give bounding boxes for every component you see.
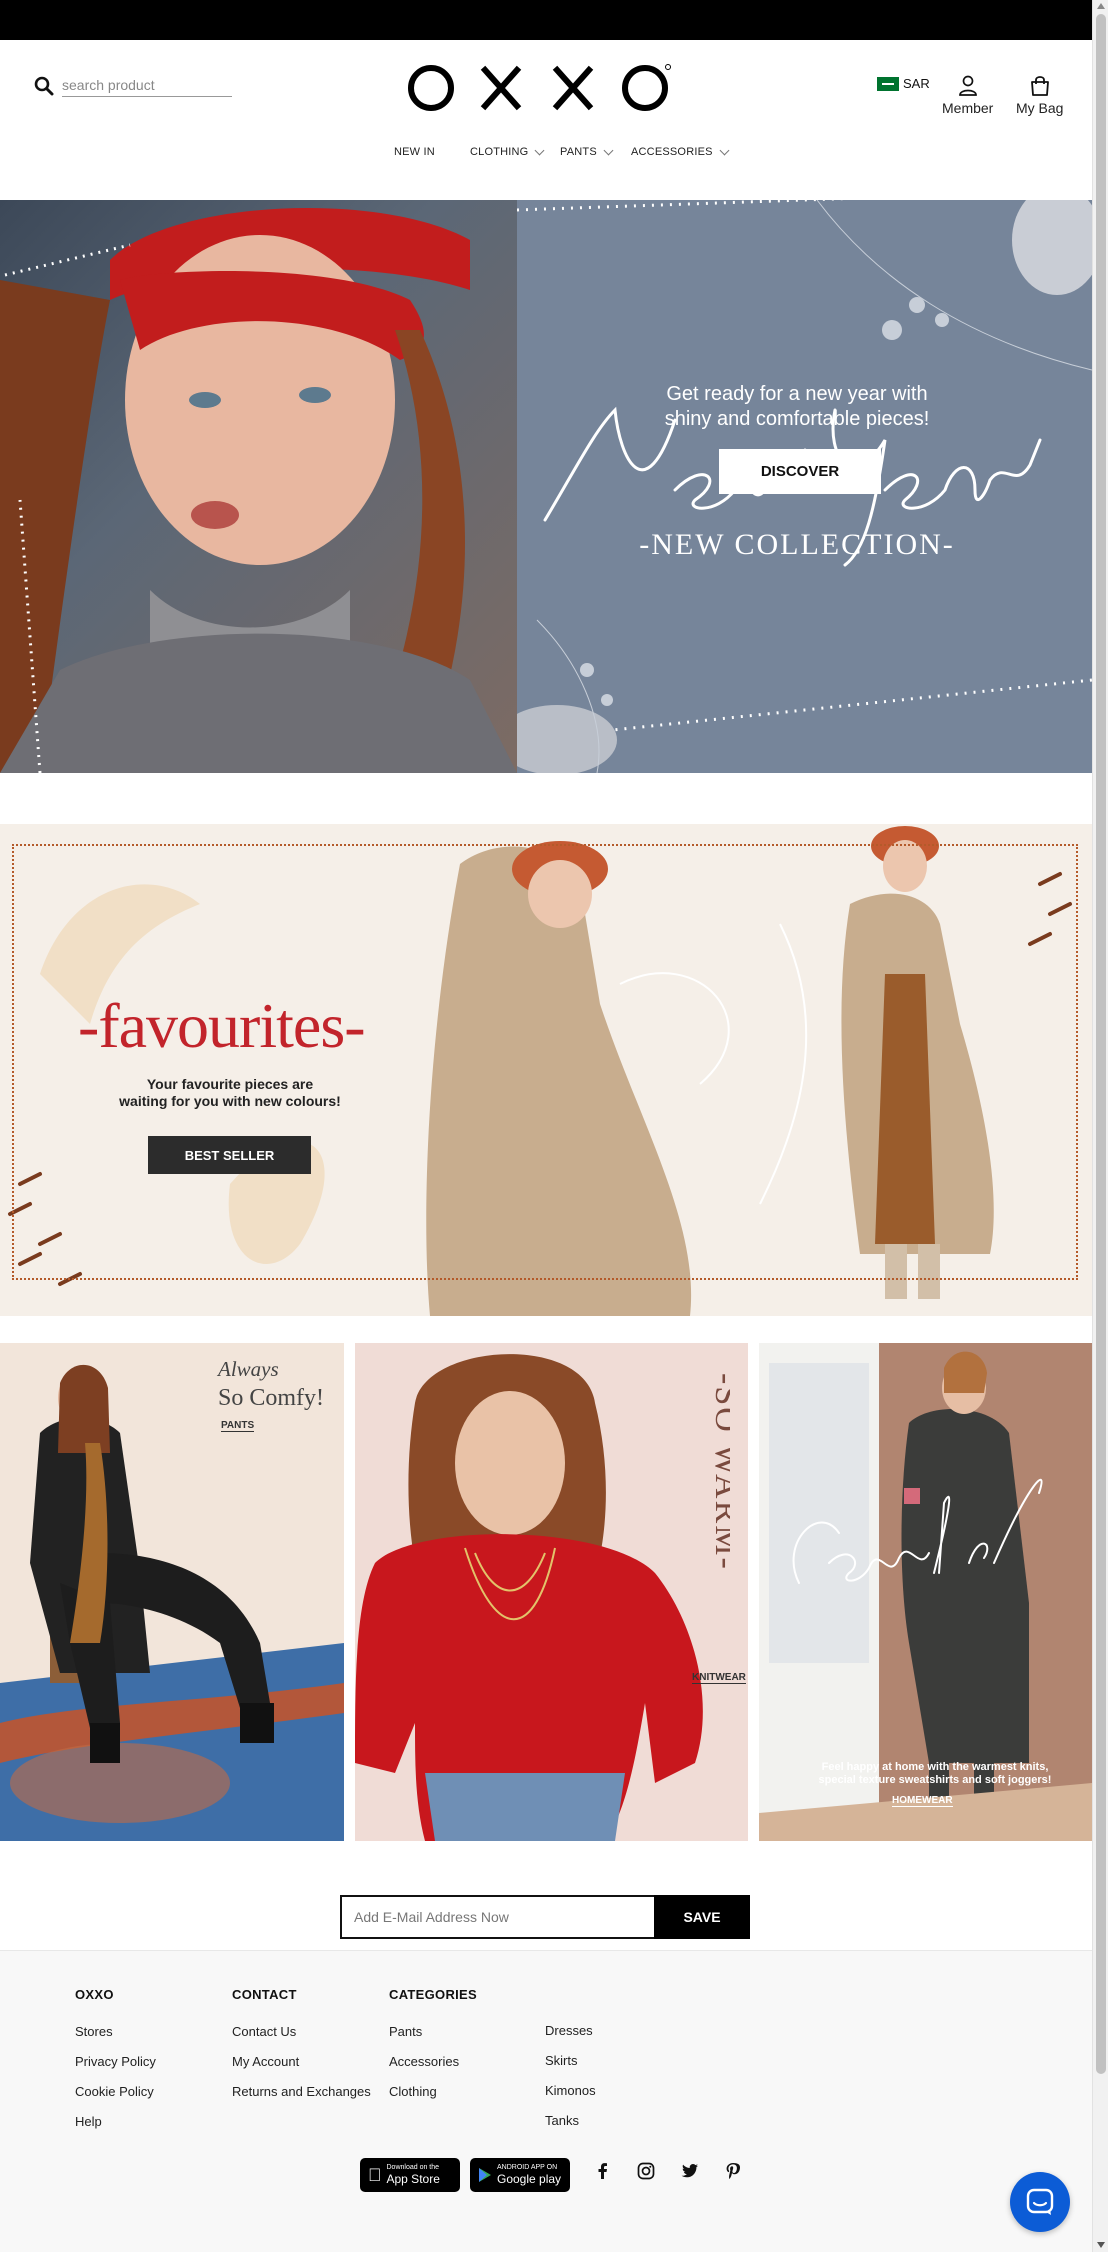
site-footer: OXXO Stores Privacy Policy Cookie Policy… — [0, 1950, 1092, 2252]
currency-selector[interactable]: SAR — [877, 76, 930, 91]
footer-link-kimonos[interactable]: Kimonos — [545, 2083, 596, 2098]
favourites-subtitle-line2: waiting for you with new colours! — [119, 1093, 341, 1109]
comfort-zone-script — [792, 1478, 1043, 1584]
saudi-flag-icon — [877, 76, 899, 91]
footer-link-clothing[interactable]: Clothing — [389, 2084, 477, 2099]
hero-subtitle: Get ready for a new year with shiny and … — [617, 382, 977, 432]
hero-banner[interactable]: -NEW COLLECTION- — [0, 200, 1092, 773]
chevron-down-icon — [603, 145, 614, 155]
chevron-down-icon — [719, 145, 730, 155]
shopping-bag-icon — [1030, 76, 1049, 96]
app-store-badge[interactable]:  Download on theApp Store — [360, 2158, 460, 2192]
chevron-down-icon — [534, 145, 545, 155]
knitwear-tile-tag[interactable]: KNITWEAR — [692, 1672, 746, 1684]
email-field[interactable] — [340, 1895, 654, 1939]
footer-col-contact: CONTACT Contact Us My Account Returns an… — [232, 1987, 371, 2114]
facebook-icon[interactable] — [592, 2160, 614, 2182]
user-icon — [958, 75, 977, 96]
discover-button[interactable]: DISCOVER — [719, 449, 881, 494]
knitwear-category-tile[interactable]: -SO WARM- KNITWEAR — [355, 1343, 748, 1841]
favourites-subtitle-line1: Your favourite pieces are — [146, 1076, 314, 1092]
instagram-icon[interactable] — [635, 2160, 657, 2182]
currency-label: SAR — [903, 76, 930, 91]
scrollbar-thumb[interactable] — [1096, 14, 1106, 2074]
footer-link-privacy[interactable]: Privacy Policy — [75, 2054, 156, 2069]
bag-label: My Bag — [1016, 100, 1064, 116]
play-store-icon — [479, 2168, 491, 2182]
homewear-category-tile[interactable]: Feel happy at home with the warmest knit… — [759, 1343, 1092, 1841]
search-bar[interactable] — [34, 74, 232, 97]
top-black-bar — [0, 0, 1092, 40]
scroll-down-arrow-icon[interactable] — [1097, 2242, 1105, 2248]
homewear-tile-tag[interactable]: HOMEWEAR — [892, 1795, 953, 1807]
nav-item-accessories[interactable]: ACCESSORIES — [631, 145, 730, 158]
footer-link-tanks[interactable]: Tanks — [545, 2113, 596, 2128]
footer-heading-contact: CONTACT — [232, 1987, 297, 2002]
footer-link-stores[interactable]: Stores — [75, 2024, 156, 2039]
footer-link-pants[interactable]: Pants — [389, 2024, 477, 2039]
homewear-text-line2: special texture sweatshirts and soft jog… — [818, 1774, 1052, 1786]
so-warm-vertical-text: -SO WARM- — [708, 1373, 730, 1571]
save-button[interactable]: SAVE — [654, 1895, 750, 1939]
footer-link-my-account[interactable]: My Account — [232, 2054, 371, 2069]
footer-heading-oxxo: OXXO — [75, 1987, 114, 2002]
pants-tile-script: Always — [218, 1357, 279, 1381]
chat-launcher-button[interactable] — [1010, 2172, 1070, 2232]
favourites-banner[interactable]: -favourites- Your favourite pieces are w… — [0, 824, 1092, 1316]
footer-link-cookie[interactable]: Cookie Policy — [75, 2084, 156, 2099]
apple-icon:  — [368, 2165, 382, 2186]
twitter-icon[interactable] — [679, 2160, 701, 2182]
footer-link-returns[interactable]: Returns and Exchanges — [232, 2084, 371, 2099]
newsletter-form: SAVE — [340, 1895, 750, 1939]
google-play-label: Google play — [497, 2172, 562, 2186]
footer-col-categories-2: Dresses Skirts Kimonos Tanks — [545, 2023, 596, 2143]
app-store-small: Download on the — [373, 2164, 440, 2171]
pants-tile-tag[interactable]: PANTS — [221, 1420, 255, 1432]
nav-item-pants[interactable]: PANTS — [560, 145, 614, 158]
best-seller-button[interactable]: BEST SELLER — [148, 1136, 311, 1174]
nav-item-label: ACCESSORIES — [631, 146, 713, 158]
scroll-up-arrow-icon[interactable] — [1097, 3, 1105, 9]
homewear-text-line1: Feel happy at home with the warmest knit… — [821, 1761, 1049, 1773]
hero-model-photo — [0, 200, 517, 773]
hero-subtitle-line2: shiny and comfortable pieces! — [664, 408, 930, 430]
member-label: Member — [942, 100, 994, 116]
footer-heading-categories: CATEGORIES — [389, 1987, 477, 2002]
google-play-badge[interactable]: ANDROID APP ON Google play — [470, 2158, 570, 2192]
nav-item-label: NEW IN — [394, 146, 435, 158]
footer-col-oxxo: OXXO Stores Privacy Policy Cookie Policy… — [75, 1987, 156, 2144]
nav-item-label: CLOTHING — [470, 146, 529, 158]
member-button[interactable]: Member — [942, 74, 993, 116]
main-nav: NEW IN CLOTHING PANTS ACCESSORIES — [0, 145, 1092, 166]
page-scrollbar[interactable] — [1092, 0, 1108, 2252]
collection-title: -NEW COLLECTION- — [639, 528, 955, 561]
footer-link-skirts[interactable]: Skirts — [545, 2053, 596, 2068]
footer-link-accessories[interactable]: Accessories — [389, 2054, 477, 2069]
chat-icon — [1026, 2188, 1054, 2215]
hero-subtitle-line1: Get ready for a new year with — [666, 383, 928, 405]
bag-button[interactable]: My Bag — [1016, 74, 1063, 116]
favourites-subtitle: Your favourite pieces are waiting for yo… — [110, 1076, 350, 1110]
pants-tile-headline: So Comfy! — [218, 1385, 325, 1411]
footer-link-help[interactable]: Help — [75, 2114, 156, 2129]
footer-col-categories: CATEGORIES Pants Accessories Clothing — [389, 1987, 477, 2114]
footer-link-dresses[interactable]: Dresses — [545, 2023, 596, 2038]
oxxo-logo[interactable] — [405, 58, 675, 118]
nav-item-clothing[interactable]: CLOTHING — [470, 145, 545, 158]
search-input[interactable] — [62, 74, 232, 97]
google-play-small: ANDROID APP ON — [497, 2164, 558, 2171]
footer-link-contact-us[interactable]: Contact Us — [232, 2024, 371, 2039]
nav-item-new-in[interactable]: NEW IN — [394, 146, 435, 158]
homewear-tile-text: Feel happy at home with the warmest knit… — [815, 1761, 1055, 1787]
search-icon[interactable] — [34, 76, 54, 96]
pinterest-icon[interactable] — [722, 2160, 744, 2182]
nav-item-label: PANTS — [560, 146, 597, 158]
so-warm-text: -SO WARM- — [708, 1373, 730, 1571]
pants-category-tile[interactable]: Always So Comfy! PANTS — [0, 1343, 344, 1841]
favourites-title: -favourites- — [78, 990, 366, 1061]
app-store-label: App Store — [373, 2172, 440, 2186]
